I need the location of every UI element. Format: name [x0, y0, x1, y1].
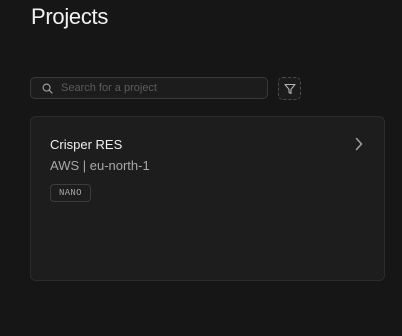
- page-title: Projects: [31, 4, 109, 29]
- project-region: AWS | eu-north-1: [50, 158, 150, 173]
- filter-button[interactable]: [278, 77, 301, 100]
- project-size-badge: NANO: [50, 184, 91, 202]
- search-box[interactable]: [30, 77, 268, 99]
- projects-page: Projects Crisper RES AWS | eu-north-1 NA…: [0, 0, 402, 336]
- project-card[interactable]: Crisper RES AWS | eu-north-1 NANO: [30, 116, 385, 281]
- project-name: Crisper RES: [50, 137, 123, 152]
- search-icon: [41, 82, 53, 94]
- search-input[interactable]: [61, 79, 267, 97]
- filter-icon: [283, 83, 296, 95]
- chevron-right-icon[interactable]: [354, 137, 364, 151]
